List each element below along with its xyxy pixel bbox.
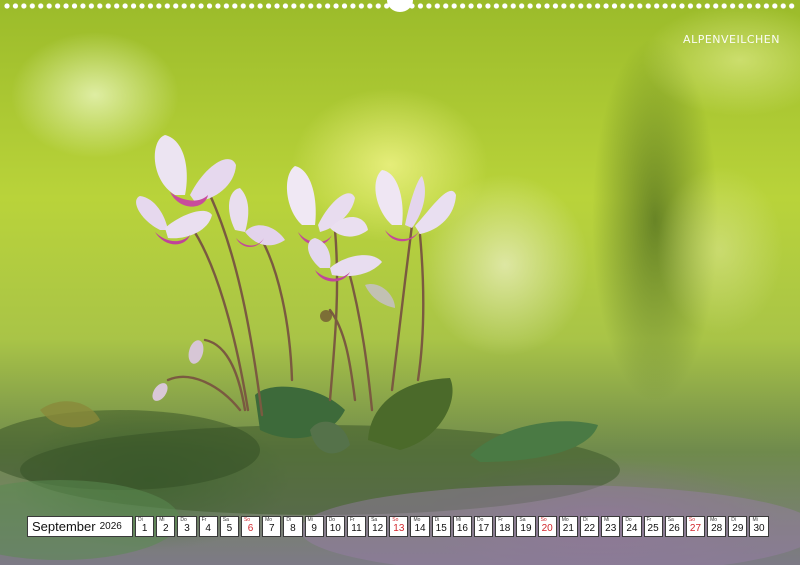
hanger-hole xyxy=(387,0,413,12)
calendar-day: Di 8 xyxy=(283,516,303,537)
day-number: 14 xyxy=(414,523,426,534)
photo-title: ALPENVEILCHEN xyxy=(683,33,780,46)
calendar-day: Di 1 xyxy=(135,516,155,537)
day-number: 24 xyxy=(626,523,638,534)
calendar-day: So 27 xyxy=(685,516,706,537)
calendar-day: Di 22 xyxy=(579,516,600,537)
calendar-day: Fr 11 xyxy=(346,516,367,537)
calendar-day: Mo 7 xyxy=(262,516,282,537)
day-number: 7 xyxy=(268,523,275,534)
day-number: 30 xyxy=(753,523,765,534)
day-number: 3 xyxy=(184,523,190,534)
calendar-day: Mi 23 xyxy=(601,516,621,537)
month-header: September 2026 xyxy=(27,516,133,537)
calendar-day: Do 17 xyxy=(474,516,494,537)
calendar-day: Do 10 xyxy=(325,516,345,537)
calendar-day: Sa 26 xyxy=(664,516,684,537)
day-number: 4 xyxy=(205,523,211,534)
calendar-day: So 6 xyxy=(240,516,261,537)
calendar-day: Fr 4 xyxy=(198,516,218,537)
calendar-day: Do 24 xyxy=(622,516,642,537)
day-number: 2 xyxy=(163,523,169,534)
day-number: 9 xyxy=(311,523,317,534)
calendar-day: Mo 28 xyxy=(707,516,727,537)
day-number: 19 xyxy=(520,523,532,534)
day-number: 18 xyxy=(499,523,511,534)
cyclamen-photo xyxy=(0,0,800,565)
day-number: 29 xyxy=(732,523,744,534)
day-number: 1 xyxy=(141,523,148,534)
calendar-day: Sa 5 xyxy=(219,516,239,537)
calendar-day: Fr 25 xyxy=(643,516,663,537)
flower-illustration xyxy=(0,135,800,565)
calendar-day: So 13 xyxy=(389,516,409,537)
day-number: 5 xyxy=(226,523,233,534)
day-number: 22 xyxy=(583,523,596,534)
day-number: 11 xyxy=(351,523,362,534)
calendar-day: Mo 14 xyxy=(410,516,430,537)
day-number: 25 xyxy=(647,523,659,534)
day-number: 27 xyxy=(689,523,702,534)
calendar-day: Mo 21 xyxy=(558,516,578,537)
day-number: 20 xyxy=(541,523,553,534)
day-number: 8 xyxy=(290,523,296,534)
calendar-day: Di 15 xyxy=(431,516,451,537)
calendar-strip: September 2026 Di 1 Mi 2 Do 3 Fr 4 Sa 5 So 6 Mo 7 Di 8 M… xyxy=(27,516,771,538)
calendar-day: Sa 19 xyxy=(516,516,536,537)
calendar-day: Mi 2 xyxy=(156,516,176,537)
day-number: 21 xyxy=(562,523,574,534)
calendar-day: Sa 12 xyxy=(368,516,388,537)
calendar-binding xyxy=(0,0,800,12)
month-year: 2026 xyxy=(99,521,122,532)
day-number: 12 xyxy=(372,523,384,534)
day-number: 10 xyxy=(329,523,341,534)
calendar-day: Mi 16 xyxy=(452,516,472,537)
day-number: 26 xyxy=(668,523,680,534)
month-name: September xyxy=(32,519,96,534)
calendar-day: Mi 30 xyxy=(749,516,769,537)
day-number: 13 xyxy=(393,523,405,534)
calendar-day: Mi 9 xyxy=(304,516,324,537)
day-number: 17 xyxy=(478,523,490,534)
calendar-day: So 20 xyxy=(537,516,557,537)
day-number: 28 xyxy=(711,523,723,534)
day-number: 23 xyxy=(605,523,617,534)
day-number: 6 xyxy=(247,523,254,534)
calendar-day: Do 3 xyxy=(177,516,197,537)
calendar-day: Di 29 xyxy=(728,516,748,537)
day-number: 15 xyxy=(435,523,447,534)
day-number: 16 xyxy=(456,523,468,534)
calendar-day: Fr 18 xyxy=(495,516,515,537)
